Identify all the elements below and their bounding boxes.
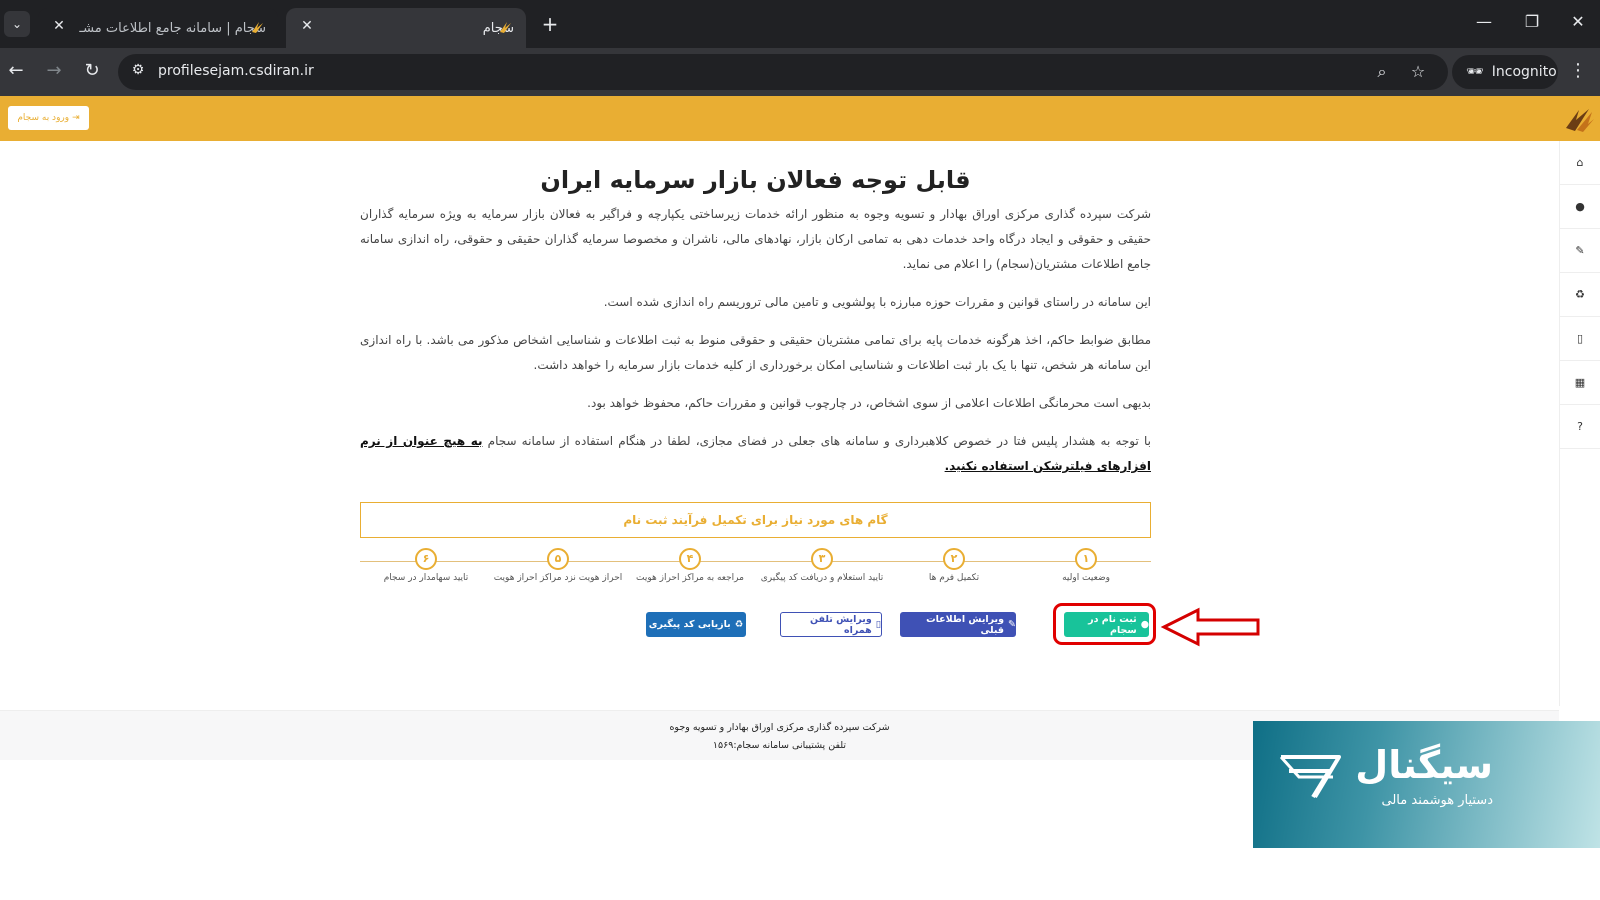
tab-title: سجام [482, 20, 514, 36]
side-nav: ⌂ ● ✎ ♻ ▯ ▦ ? [1559, 96, 1600, 706]
incognito-label: Incognito [1491, 64, 1557, 80]
step-number: ۱ [1075, 548, 1097, 570]
aml-paragraph: این سامانه در راستای قوانین و مقررات حوز… [603, 295, 1151, 309]
browser-tab-bar: ⌄ سجام | سامانه جامع اطلاعات مشـ ✕ سجام … [0, 0, 1600, 48]
step-2: ۲ تکمیل فرم ها [889, 548, 1019, 583]
privacy-paragraph: بدیهی است محرمانگی اطلاعات اعلامی از سوی… [587, 396, 1151, 410]
step-4: ۴ مراجعه به مراکز احراز هویت [625, 548, 755, 583]
tab-title: سجام | سامانه جامع اطلاعات مشـ [79, 20, 266, 36]
police-warning: با توجه به هشدار پلیس فتا در خصوص کلاهبر… [360, 429, 1151, 479]
track-code-label: بازیابی کد پیگیری [648, 619, 731, 630]
sejam-logo-icon [1565, 108, 1594, 132]
edit-icon[interactable]: ✎ [1560, 229, 1600, 273]
steps-header: گام های مورد نیاز برای تکمیل فرآیند ثبت … [360, 502, 1151, 538]
step-1: ۱ وضعیت اولیه [1021, 548, 1151, 583]
refresh-icon: ♻ [734, 619, 744, 630]
warning-text: با توجه به هشدار پلیس فتا در خصوص کلاهبر… [482, 434, 1151, 448]
step-number: ۲ [943, 548, 965, 570]
close-tab-icon[interactable]: ✕ [298, 18, 316, 34]
edit-phone-label: ویرایش تلفن همراه [809, 613, 872, 636]
help-icon[interactable]: ? [1560, 405, 1600, 449]
close-tab-icon[interactable]: ✕ [50, 18, 68, 34]
step-label: وضعیت اولیه [1062, 573, 1110, 583]
browser-tab-active[interactable]: سجام ✕ [286, 8, 526, 48]
incognito-icon: 🕶 [1466, 64, 1484, 80]
step-number: ۶ [415, 548, 437, 570]
intro-paragraph: شرکت سپرده گذاری مرکزی اوراق بهادار و تس… [360, 207, 1151, 271]
sejam-favicon-icon [252, 22, 263, 33]
mobile-icon[interactable]: ▯ [1560, 317, 1600, 361]
incognito-badge[interactable]: 🕶 Incognito [1452, 55, 1558, 89]
sign-in-icon: ⇥ [72, 113, 80, 123]
browser-menu-icon[interactable]: ⋮ [1566, 60, 1590, 81]
minimize-icon[interactable]: — [1472, 12, 1496, 31]
reload-icon[interactable]: ↻ [80, 60, 104, 81]
edit-info-label: ویرایش اطلاعات قبلی [926, 613, 1005, 636]
back-icon[interactable]: ← [4, 60, 28, 81]
highlight-circle [1053, 603, 1156, 645]
step-5: ۵ احراز هویت نزد مراکز احراز هویت [493, 548, 623, 583]
page-title: قابل توجه فعالان بازار سرمایه ایران [540, 166, 971, 194]
home-icon[interactable]: ⌂ [1560, 141, 1600, 185]
url-text[interactable]: profilesejam.csdiran.ir [158, 63, 314, 79]
step-label: مراجعه به مراکز احراز هویت [636, 573, 744, 583]
edit-phone-button[interactable]: ▯ ویرایش تلفن همراه [780, 612, 882, 637]
step-number: ۵ [547, 548, 569, 570]
watermark-subtitle: دستیار هوشمند مالی [1381, 793, 1493, 808]
step-3: ۳ تایید استعلام و دریافت کد پیگیری [757, 548, 887, 583]
main-content: قابل توجه فعالان بازار سرمایه ایران شرکت… [360, 166, 1151, 492]
zoom-icon[interactable]: ⌕ [1372, 62, 1392, 82]
recover-tracking-code-button[interactable]: ♻ بازیابی کد پیگیری [646, 612, 746, 637]
restore-icon[interactable]: ❐ [1520, 12, 1544, 31]
mobile-icon: ▯ [875, 619, 881, 630]
browser-tab[interactable]: سجام | سامانه جامع اطلاعات مشـ ✕ [38, 8, 278, 48]
signal-watermark: سیگنال دستیار هوشمند مالی [1253, 721, 1600, 848]
signal-logo-icon [1279, 755, 1341, 799]
rules-paragraph: مطابق ضوابط حاکم، اخذ هرگونه خدمات پایه … [360, 333, 1151, 372]
step-number: ۳ [811, 548, 833, 570]
edit-icon: ✎ [1008, 619, 1016, 630]
calculator-icon[interactable]: ▦ [1560, 361, 1600, 405]
watermark-name: سیگنال [1355, 743, 1493, 787]
login-label: ورود به سجام [17, 113, 70, 123]
step-label: تایید سهامدار در سجام [383, 573, 469, 583]
close-window-icon[interactable]: ✕ [1566, 12, 1590, 31]
step-label: احراز هویت نزد مراکز احراز هویت [493, 573, 623, 583]
step-label: تکمیل فرم ها [928, 573, 980, 583]
forward-icon[interactable]: → [42, 60, 66, 81]
sejam-favicon-icon [500, 22, 511, 33]
edit-info-button[interactable]: ✎ ویرایش اطلاعات قبلی [900, 612, 1016, 637]
step-number: ۴ [679, 548, 701, 570]
user-icon[interactable]: ● [1560, 185, 1600, 229]
step-6: ۶ تایید سهامدار در سجام [361, 548, 491, 583]
new-tab-button[interactable]: + [538, 12, 562, 36]
sejam-logo[interactable] [1559, 96, 1600, 141]
login-button[interactable]: ⇥ ورود به سجام [8, 106, 89, 130]
browser-toolbar: ← → ↻ ⚙ profilesejam.csdiran.ir ⌕ ☆ 🕶 In… [0, 48, 1600, 96]
bookmark-star-icon[interactable]: ☆ [1408, 62, 1428, 81]
address-bar[interactable]: ⚙ profilesejam.csdiran.ir ⌕ ☆ [118, 54, 1448, 90]
refresh-icon[interactable]: ♻ [1560, 273, 1600, 317]
annotation-arrow-icon [1160, 607, 1260, 647]
tab-search-button[interactable]: ⌄ [4, 11, 30, 37]
site-header: ⇥ ورود به سجام [0, 96, 1600, 141]
site-settings-icon[interactable]: ⚙ [128, 62, 148, 82]
page: ⇥ ورود به سجام ⌂ ● ✎ ♻ ▯ ▦ ? قابل توجه ف… [0, 96, 1600, 900]
step-label: تایید استعلام و دریافت کد پیگیری [760, 573, 884, 583]
